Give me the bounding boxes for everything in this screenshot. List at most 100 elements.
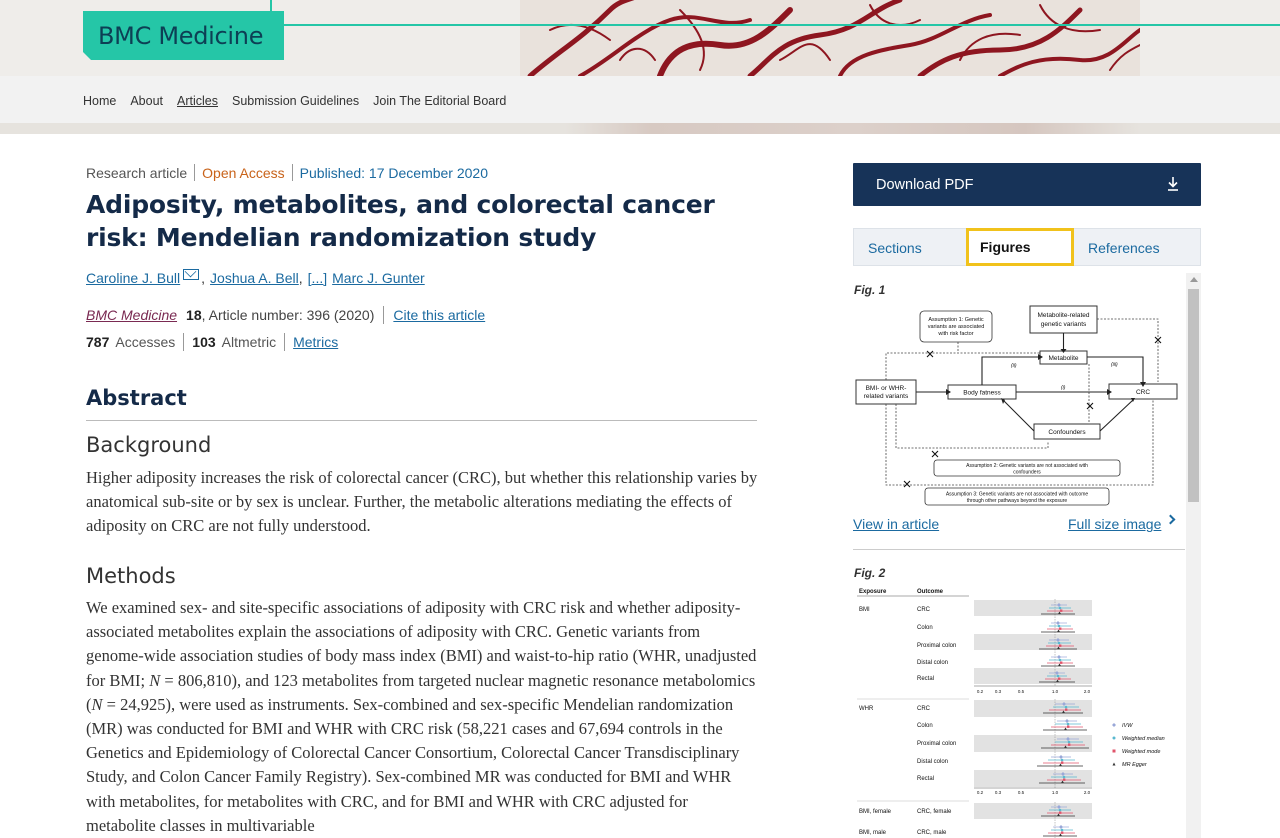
body-fatness-label: Body fatness [963,390,1001,397]
article-meta: Research article Open Access Published: … [86,164,488,181]
nav-editorial-board[interactable]: Join The Editorial Board [373,94,506,108]
download-icon [1168,177,1178,191]
metrics-link[interactable]: Metrics [293,334,338,350]
tick-label: 0.5 [1018,689,1025,694]
scroll-up-arrow[interactable] [1190,277,1198,282]
tick-label: 2.0 [1084,790,1091,795]
col-outcome: Outcome [917,589,944,595]
main-nav: Home About Articles Submission Guideline… [0,76,1280,123]
full-size-image-link[interactable]: Full size image [1068,516,1161,532]
outcome-label: CRC [917,607,931,613]
bmi-block: BMI CRC Colon Proximal colon Distal colo… [859,599,1092,694]
fig2-forest-plot[interactable]: Exposure Outcome BMI CRC Colon Proximal … [853,582,1183,838]
fig2-legend: IVW Weighted median Weighted mode MR Egg… [1112,723,1165,768]
legend-item: Weighted median [1122,736,1165,742]
methods-text: We examined sex- and site-specific assoc… [86,598,757,835]
email-icon[interactable] [183,268,200,280]
path-iii-label: (iii) [1111,362,1118,368]
download-pdf-button[interactable]: Download PDF [853,163,1201,206]
col-exposure: Exposure [859,589,887,595]
fig1-diagram[interactable]: Assumption 1: Genetic variants are assoc… [853,300,1183,510]
exposure-label: BMI, male [859,830,887,836]
assumption3-label: through other pathways beyond the exposu… [967,498,1068,504]
banner-illustration [520,0,1140,76]
outcome-label: CRC, male [917,830,947,836]
outcome-label: Distal colon [917,759,948,765]
journal-link[interactable]: BMC Medicine [86,307,177,323]
download-label: Download PDF [876,176,974,193]
expand-authors-button[interactable]: [...] [308,270,327,286]
header-banner: BMC Medicine [0,0,1280,76]
confounders-label: Confounders [1048,429,1086,436]
exposure-variants-label: BMI- or WHR- [866,385,907,392]
nav-submission-guidelines[interactable]: Submission Guidelines [232,94,359,108]
nav-home[interactable]: Home [83,94,116,108]
author-link[interactable]: Joshua A. Bell [210,270,299,286]
logo-text: BMC Medicine [98,21,264,50]
abstract-heading: Abstract [86,386,187,410]
metrics-line: 787 Accesses 103 Altmetric Metrics [86,333,338,351]
outcome-label: Distal colon [917,660,948,666]
sidebar-tabs: Sections Figures References [853,228,1201,266]
tab-references[interactable]: References [1088,240,1160,256]
outcome-label: Colon [917,723,933,729]
tick-label: 0.2 [977,790,984,795]
exposure-label: BMI [859,607,870,613]
author-link[interactable]: Marc J. Gunter [332,270,425,286]
outcome-label: Rectal [917,676,934,682]
path-i-label: (i) [1061,385,1066,391]
altmetric-count: 103 [192,334,216,350]
assumption2-label: Assumption 2: Genetic variants are not a… [966,463,1088,469]
assumption1-label: Assumption 1: Genetic [928,317,984,323]
author-link[interactable]: Caroline J. Bull [86,270,180,286]
article-number: , Article number: 396 (2020) [201,307,375,323]
nav-articles[interactable]: Articles [177,94,218,108]
fig1-label: Fig. 1 [854,283,886,297]
whr-block: WHR CRC Colon Proximal colon Distal colo… [859,699,1092,795]
author-list: Caroline J. Bull , Joshua A. Bell , [...… [86,268,425,286]
chevron-right-icon[interactable] [1165,514,1176,525]
outcome-label: Proximal colon [917,741,956,747]
legend-item: Weighted mode [1122,749,1160,755]
volume: 18 [186,307,202,323]
exposure-label: BMI, female [859,809,892,815]
tick-label: 0.2 [977,689,984,694]
banner-accent-line [270,24,1280,26]
fig2-label: Fig. 2 [854,566,886,580]
journal-logo[interactable]: BMC Medicine [83,11,284,60]
accesses-label: Accesses [115,334,176,350]
view-in-article-link[interactable]: View in article [853,516,939,532]
methods-heading: Methods [86,564,176,588]
tick-label: 0.3 [995,790,1002,795]
published-date: Published: 17 December 2020 [299,164,488,181]
scrollbar-thumb[interactable] [1188,289,1199,502]
cite-article-link[interactable]: Cite this article [393,307,485,323]
exposure-label: WHR [859,706,874,712]
legend-item: MR Egger [1122,762,1148,768]
tab-figures[interactable]: Figures [966,228,1074,266]
outcome-label: Rectal [917,776,934,782]
exposure-variants-label: related variants [864,393,909,400]
background-text: Higher adiposity increases the risk of c… [86,468,758,536]
nav-about[interactable]: About [130,94,163,108]
legend-item: IVW [1122,723,1133,729]
outcome-label: CRC, female [917,809,952,815]
article-title: Adiposity, metabolites, and colorectal c… [86,190,715,252]
accesses-count: 787 [86,334,110,350]
open-access-badge: Open Access [202,164,285,181]
tick-label: 2.0 [1084,689,1091,694]
article-type: Research article [86,164,188,181]
assumption1-label: variants are associated [928,324,985,330]
metabolite-variants-label: genetic variants [1041,321,1087,328]
citation-line: BMC Medicine 18 , Article number: 396 (2… [86,306,485,324]
tab-sections[interactable]: Sections [868,240,922,256]
altmetric-label: Altmetric [221,334,277,350]
metabolite-label: Metabolite [1049,355,1079,362]
background-heading: Background [86,433,212,457]
path-ii-label: (ii) [1011,363,1017,369]
divider [86,420,757,421]
assumption2-label: confounders [1013,470,1041,476]
tick-label: 0.5 [1018,790,1025,795]
outcome-label: Colon [917,625,933,631]
tick-label: 1.0 [1052,790,1059,795]
